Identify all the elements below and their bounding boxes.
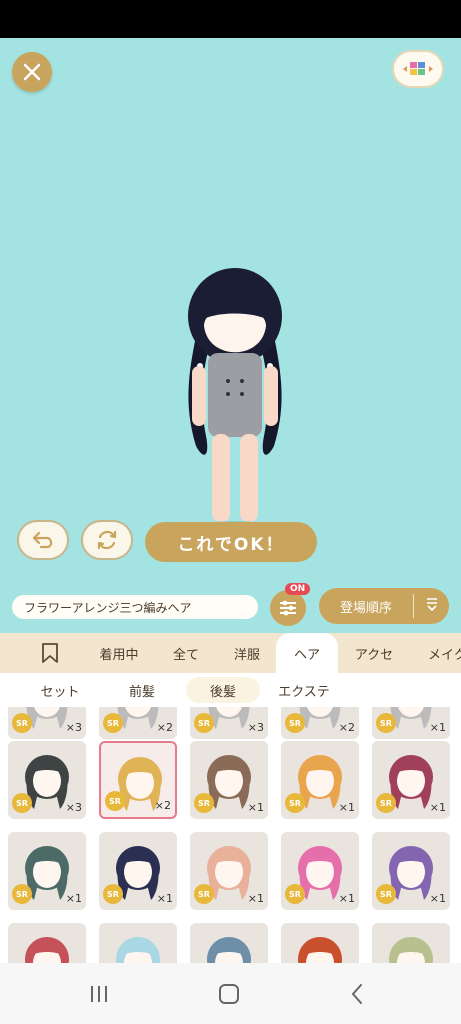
category-tabs: 着用中 全て 洋服 ヘア アクセ メイク bbox=[0, 633, 461, 673]
hair-item[interactable] bbox=[190, 923, 268, 963]
close-icon bbox=[23, 63, 41, 81]
rarity-badge: SR bbox=[12, 793, 32, 813]
tab-hair[interactable]: ヘア bbox=[276, 633, 338, 673]
item-name-field: フラワーアレンジ三つ編みヘア bbox=[12, 595, 258, 619]
hair-thumbnail bbox=[116, 937, 160, 963]
subtab-back-hair[interactable]: 後髪 bbox=[186, 677, 260, 703]
hair-thumbnail bbox=[298, 937, 342, 963]
hair-item[interactable]: SR ×1 bbox=[281, 741, 359, 819]
undo-button[interactable] bbox=[17, 520, 69, 560]
rarity-badge: SR bbox=[285, 884, 305, 904]
cube-icon bbox=[403, 62, 433, 75]
hair-item[interactable]: SR ×2 bbox=[281, 707, 359, 739]
item-quantity: ×3 bbox=[65, 801, 82, 814]
hair-item[interactable]: SR ×1 bbox=[281, 832, 359, 910]
recent-apps-button[interactable] bbox=[84, 979, 114, 1009]
rarity-badge: SR bbox=[376, 884, 396, 904]
hair-item[interactable]: SR ×2 bbox=[99, 741, 177, 819]
hair-item[interactable]: SR ×2 bbox=[99, 707, 177, 739]
item-toolbar: フラワーアレンジ三つ編みヘア ON 登場順序 bbox=[0, 583, 461, 633]
rarity-badge: SR bbox=[285, 793, 305, 813]
rarity-badge: SR bbox=[194, 713, 214, 733]
hair-item[interactable] bbox=[372, 923, 450, 963]
system-nav-bar bbox=[0, 963, 461, 1024]
back-button[interactable] bbox=[342, 979, 372, 1009]
hair-item[interactable] bbox=[281, 923, 359, 963]
hair-item[interactable]: SR ×1 bbox=[190, 832, 268, 910]
item-quantity: ×3 bbox=[247, 721, 264, 734]
item-quantity: ×1 bbox=[247, 801, 264, 814]
tab-bookmark[interactable] bbox=[30, 633, 70, 673]
item-quantity: ×1 bbox=[338, 801, 355, 814]
hair-item[interactable]: SR ×1 bbox=[190, 741, 268, 819]
hair-thumbnail bbox=[207, 937, 251, 963]
avatar-stage: これでOK！ bbox=[0, 38, 461, 583]
subtab-set[interactable]: セット bbox=[24, 677, 96, 703]
rarity-badge: SR bbox=[12, 884, 32, 904]
hair-item[interactable]: SR ×1 bbox=[99, 832, 177, 910]
home-icon bbox=[219, 984, 239, 1004]
rarity-badge: SR bbox=[194, 793, 214, 813]
status-bar bbox=[0, 0, 461, 38]
item-quantity: ×3 bbox=[65, 721, 82, 734]
item-quantity: ×2 bbox=[338, 721, 355, 734]
rarity-badge: SR bbox=[103, 713, 123, 733]
avatar-character bbox=[188, 268, 282, 531]
refresh-button[interactable] bbox=[81, 520, 133, 560]
tab-wearing[interactable]: 着用中 bbox=[88, 633, 150, 673]
item-quantity: ×1 bbox=[156, 892, 173, 905]
item-grid: SR ×3 SR ×2 SR ×3 SR ×2 SR ×1 SR ×3 SR ×2 SR ×1 SR ×1 SR ×1… bbox=[0, 707, 461, 963]
item-quantity: ×1 bbox=[429, 892, 446, 905]
tab-clothes[interactable]: 洋服 bbox=[222, 633, 272, 673]
filter-on-badge: ON bbox=[285, 583, 311, 595]
rarity-badge: SR bbox=[103, 884, 123, 904]
item-quantity: ×1 bbox=[429, 721, 446, 734]
sort-order-button[interactable]: 登場順序 bbox=[319, 588, 449, 624]
hair-item[interactable]: SR ×3 bbox=[8, 741, 86, 819]
recent-apps-icon bbox=[91, 986, 107, 1002]
subtab-front-hair[interactable]: 前髪 bbox=[108, 677, 176, 703]
hair-item[interactable] bbox=[99, 923, 177, 963]
hair-item[interactable] bbox=[8, 923, 86, 963]
rarity-badge: SR bbox=[285, 713, 305, 733]
hair-item[interactable]: SR ×1 bbox=[372, 707, 450, 739]
rarity-badge: SR bbox=[376, 793, 396, 813]
item-quantity: ×2 bbox=[156, 721, 173, 734]
hair-sub-tabs: セット 前髪 後髪 エクステ bbox=[0, 673, 461, 707]
hair-item[interactable]: SR ×3 bbox=[8, 707, 86, 739]
filter-button[interactable] bbox=[270, 590, 306, 626]
hair-item[interactable]: SR ×3 bbox=[190, 707, 268, 739]
item-quantity: ×1 bbox=[338, 892, 355, 905]
rarity-badge: SR bbox=[12, 713, 32, 733]
hair-item[interactable]: SR ×1 bbox=[8, 832, 86, 910]
filter-icon bbox=[280, 600, 296, 616]
tab-makeup[interactable]: メイク bbox=[416, 633, 461, 673]
sort-icon[interactable] bbox=[414, 596, 449, 616]
confirm-button[interactable]: これでOK！ bbox=[145, 522, 317, 562]
rarity-badge: SR bbox=[194, 884, 214, 904]
item-quantity: ×2 bbox=[154, 799, 171, 812]
home-button[interactable] bbox=[214, 979, 244, 1009]
sort-order-label: 登場順序 bbox=[339, 600, 392, 616]
hair-item[interactable]: SR ×1 bbox=[372, 741, 450, 819]
back-icon bbox=[351, 984, 362, 1004]
hair-item[interactable]: SR ×1 bbox=[372, 832, 450, 910]
close-button[interactable] bbox=[12, 52, 52, 92]
undo-icon bbox=[32, 531, 53, 549]
rarity-badge: SR bbox=[376, 713, 396, 733]
hair-thumbnail bbox=[389, 937, 433, 963]
item-quantity: ×1 bbox=[65, 892, 82, 905]
item-quantity: ×1 bbox=[247, 892, 264, 905]
camera-view-button[interactable] bbox=[392, 50, 444, 88]
rarity-badge: SR bbox=[105, 791, 125, 811]
refresh-icon bbox=[97, 530, 117, 550]
item-quantity: ×1 bbox=[429, 801, 446, 814]
bookmark-icon bbox=[42, 643, 58, 663]
subtab-extension[interactable]: エクステ bbox=[268, 677, 340, 703]
tab-accessory[interactable]: アクセ bbox=[344, 633, 404, 673]
tab-all[interactable]: 全て bbox=[162, 633, 210, 673]
hair-thumbnail bbox=[25, 937, 69, 963]
